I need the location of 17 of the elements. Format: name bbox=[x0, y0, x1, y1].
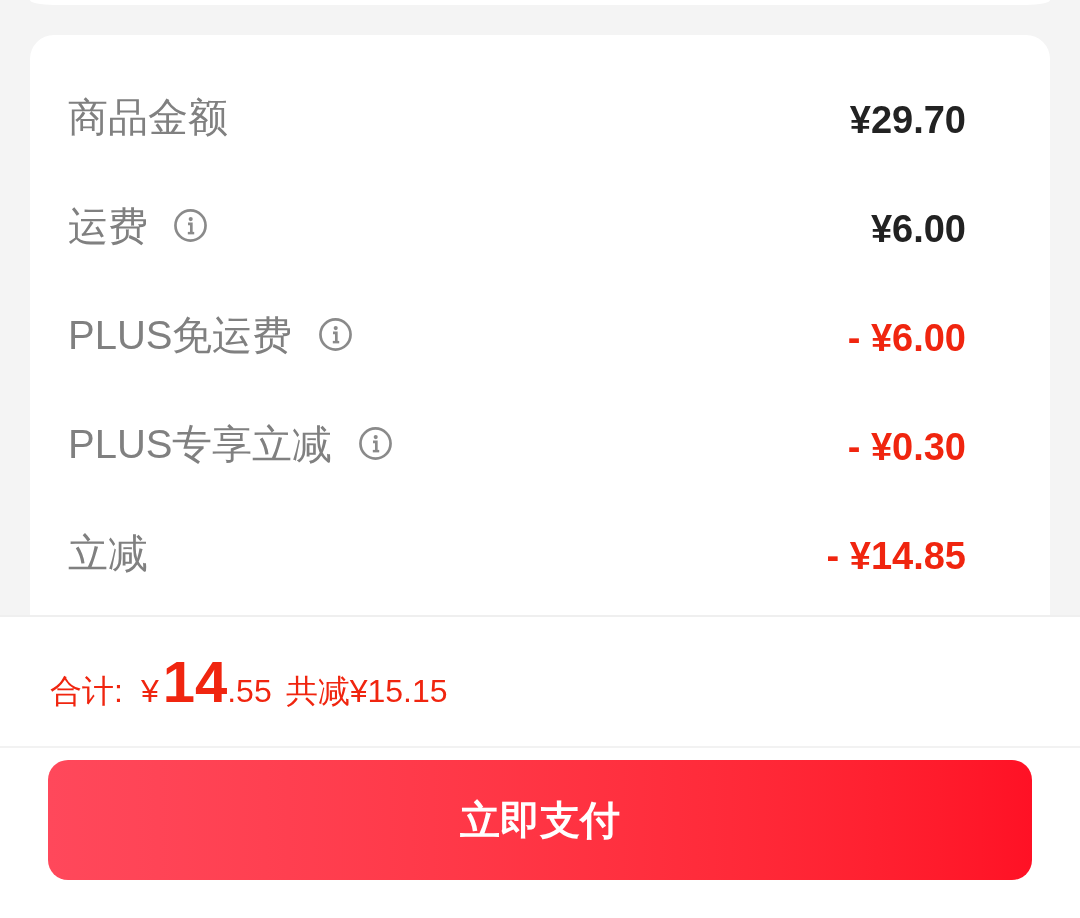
info-icon[interactable] bbox=[174, 209, 207, 242]
price-label: 商品金额 bbox=[68, 93, 228, 141]
price-amount: - ¥6.00 bbox=[847, 315, 966, 361]
price-label: 立减 bbox=[68, 529, 148, 577]
info-icon[interactable] bbox=[318, 318, 352, 351]
price-amount: ¥29.70 bbox=[849, 97, 966, 143]
pay-button[interactable]: 立即支付 bbox=[48, 760, 1032, 880]
price-amount: - ¥0.30 bbox=[847, 424, 966, 470]
price-amount: - ¥14.85 bbox=[826, 533, 966, 579]
total-label: 合计: bbox=[50, 672, 123, 711]
price-label: 运费 bbox=[68, 202, 148, 250]
price-label: PLUS专享立减 bbox=[68, 420, 333, 468]
price-amount: ¥6.00 bbox=[870, 206, 966, 252]
discount-total: 共减¥15.15 bbox=[285, 672, 448, 711]
total-price: ¥14.55 bbox=[140, 662, 272, 716]
price-label: PLUS免运费 bbox=[68, 311, 293, 359]
info-icon[interactable] bbox=[358, 427, 392, 460]
